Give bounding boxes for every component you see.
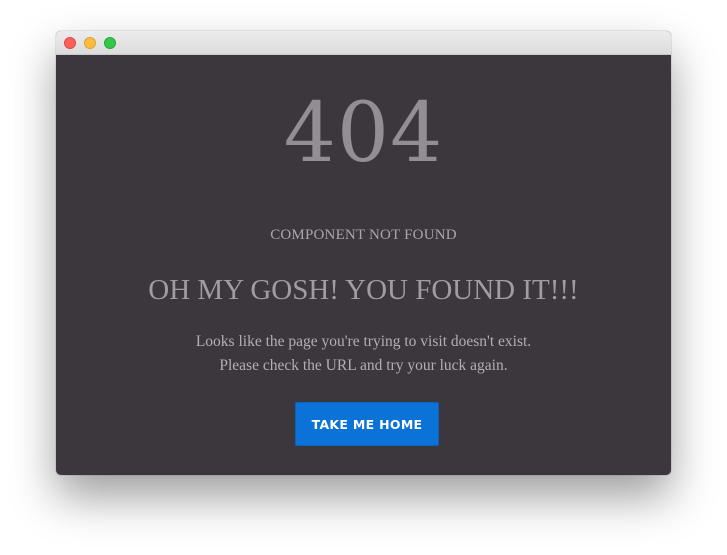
error-page: 404 COMPONENT NOT FOUND OH MY GOSH! YOU …	[56, 55, 671, 475]
title-bar	[56, 31, 671, 55]
app-window: 404 COMPONENT NOT FOUND OH MY GOSH! YOU …	[56, 31, 671, 475]
error-message: Looks like the page you're trying to vis…	[56, 330, 671, 378]
maximize-window-button[interactable]	[104, 37, 116, 49]
error-message-line-1: Looks like the page you're trying to vis…	[195, 333, 532, 350]
error-code: 404	[283, 86, 444, 181]
error-subtitle: COMPONENT NOT FOUND	[270, 227, 457, 243]
error-message-line-2: Please check the URL and try your luck a…	[219, 357, 508, 374]
minimize-window-button[interactable]	[84, 37, 96, 49]
take-me-home-button[interactable]: TAKE ME HOME	[295, 402, 439, 446]
error-headline: OH MY GOSH! YOU FOUND IT!!!	[148, 274, 579, 306]
close-window-button[interactable]	[64, 37, 76, 49]
